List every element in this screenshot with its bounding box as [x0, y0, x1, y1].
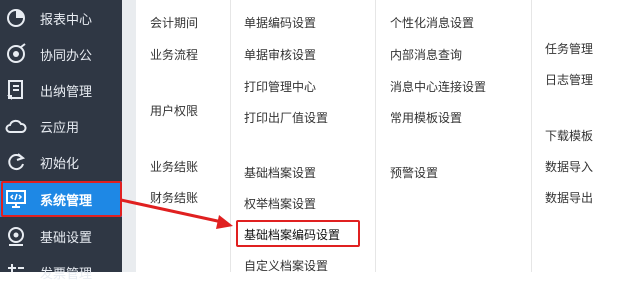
sidebar-item-invoice[interactable]: 发票管理 [0, 254, 122, 290]
menu-item-personal-message-settings[interactable]: 个性化消息设置 [390, 15, 474, 31]
sidebar: 报表中心 协同办公 出纳管理 云应用 初始化 系统管理 基础设置 发票管理 [0, 0, 122, 282]
sidebar-item-label: 基础设置 [40, 230, 93, 246]
sidebar-item-label: 云应用 [40, 120, 80, 136]
menu-item-basic-archive-settings[interactable]: 基础档案设置 [244, 165, 316, 181]
sidebar-item-label: 协同办公 [40, 48, 93, 64]
sidebar-item-report-center[interactable]: 报表中心 [0, 0, 122, 36]
menu-item-business-process[interactable]: 业务流程 [150, 47, 198, 63]
collaboration-icon [7, 43, 26, 63]
menu-item-print-center[interactable]: 打印管理中心 [244, 79, 316, 95]
menu-item-common-template-settings[interactable]: 常用模板设置 [390, 110, 462, 126]
menu-item-data-export[interactable]: 数据导出 [545, 190, 593, 206]
invoice-icon [8, 264, 24, 272]
menu-item-download-template[interactable]: 下载模板 [545, 128, 593, 144]
menu-item-task-management[interactable]: 任务管理 [545, 41, 593, 57]
sidebar-item-cloud-apps[interactable]: 云应用 [0, 108, 122, 144]
sidebar-item-label: 出纳管理 [40, 84, 93, 100]
sidebar-item-cashier[interactable]: 出纳管理 [0, 72, 122, 108]
menu-item-enum-archive-settings[interactable]: 权举档案设置 [244, 196, 316, 212]
init-icon [8, 153, 26, 171]
column-divider [531, 0, 532, 272]
sidebar-item-label: 初始化 [40, 156, 80, 172]
menu-item-alert-settings[interactable]: 预警设置 [390, 165, 438, 181]
menu-item-data-import[interactable]: 数据导入 [545, 159, 593, 175]
column-divider [230, 0, 231, 272]
sidebar-item-initialize[interactable]: 初始化 [0, 144, 122, 180]
highlight-box-system-management [1, 181, 122, 217]
menu-item-document-code-settings[interactable]: 单据编码设置 [244, 15, 316, 31]
sidebar-item-label: 发票管理 [40, 266, 93, 282]
submenu-edge [122, 0, 136, 272]
menu-item-log-management[interactable]: 日志管理 [545, 72, 593, 88]
menu-item-internal-message-query[interactable]: 内部消息查询 [390, 47, 462, 63]
sidebar-item-basic-settings[interactable]: 基础设置 [0, 218, 122, 254]
menu-item-financial-closing[interactable]: 财务结账 [150, 190, 198, 206]
cashier-icon [7, 80, 23, 100]
cloud-icon [5, 119, 27, 133]
menu-item-message-center-connection[interactable]: 消息中心连接设置 [390, 79, 486, 95]
menu-item-user-permissions[interactable]: 用户权限 [150, 103, 198, 119]
menu-item-print-factory-settings[interactable]: 打印出厂值设置 [244, 110, 328, 126]
menu-item-business-closing[interactable]: 业务结账 [150, 159, 198, 175]
menu-item-archive-code-settings[interactable]: 基础档案编码设置 [244, 227, 340, 243]
settings-icon [8, 227, 24, 246]
column-divider [375, 0, 376, 272]
report-icon [7, 9, 25, 27]
sidebar-item-label: 报表中心 [40, 12, 93, 28]
menu-item-accounting-period[interactable]: 会计期间 [150, 15, 198, 31]
menu-item-document-audit-settings[interactable]: 单据审核设置 [244, 47, 316, 63]
sidebar-item-collaboration[interactable]: 协同办公 [0, 36, 122, 72]
